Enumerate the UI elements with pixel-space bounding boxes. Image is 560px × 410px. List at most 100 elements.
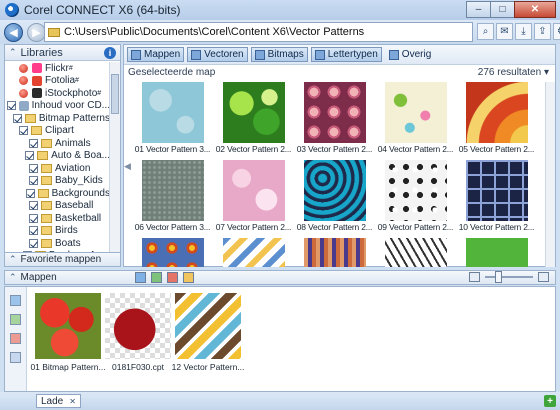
- tray-item[interactable]: 0181F030.cpt: [103, 293, 173, 372]
- result-thumbnail[interactable]: [141, 82, 204, 143]
- library-item[interactable]: Backgrounds: [5, 187, 110, 200]
- result-thumbnail[interactable]: [222, 82, 285, 143]
- result-item[interactable]: [213, 238, 294, 267]
- result-thumbnail[interactable]: [303, 238, 366, 267]
- tab-fonts[interactable]: Lettertypen: [310, 47, 382, 62]
- mail-icon[interactable]: ✉: [496, 23, 513, 40]
- result-thumbnail[interactable]: [384, 238, 447, 267]
- library-checkbox[interactable]: [12, 113, 22, 123]
- result-thumbnail[interactable]: [303, 160, 366, 221]
- favorites-header[interactable]: ⌃ Favoriete mappen: [4, 252, 121, 267]
- result-item[interactable]: 03 Vector Pattern 2...: [294, 82, 375, 154]
- tab-vectors[interactable]: Vectoren: [187, 47, 248, 62]
- tab-folders[interactable]: Mappen: [127, 47, 185, 62]
- remove-source-icon[interactable]: [19, 63, 28, 73]
- library-checkbox[interactable]: [25, 188, 35, 198]
- tray-tab[interactable]: Lade ✕: [36, 394, 81, 408]
- library-item[interactable]: Birds: [5, 225, 110, 238]
- library-item[interactable]: Animals: [5, 137, 110, 150]
- result-item[interactable]: 10 Vector Pattern 2...: [456, 160, 537, 232]
- minimize-button[interactable]: –: [466, 1, 491, 18]
- library-checkbox[interactable]: [29, 226, 38, 236]
- library-item[interactable]: Baseball: [5, 200, 110, 213]
- library-checkbox[interactable]: [25, 151, 35, 161]
- libraries-header[interactable]: ⌃ Libraries: [5, 45, 120, 61]
- result-thumbnail[interactable]: [465, 82, 528, 143]
- library-item[interactable]: Auto & Boa...: [5, 150, 110, 163]
- tray-send-icon[interactable]: [10, 295, 21, 306]
- search-icon[interactable]: ⌕: [477, 23, 494, 40]
- library-checkbox[interactable]: [29, 201, 38, 211]
- library-item[interactable]: Inhoud voor CD...: [5, 100, 110, 113]
- result-item[interactable]: 04 Vector Pattern 2...: [375, 82, 456, 154]
- result-item[interactable]: [456, 238, 537, 267]
- remove-source-icon[interactable]: [19, 76, 28, 86]
- results-scrollbar[interactable]: [545, 82, 555, 267]
- result-item[interactable]: 08 Vector Pattern 2...: [294, 160, 375, 232]
- tray-remove-icon[interactable]: [10, 333, 21, 344]
- result-thumbnail[interactable]: [384, 160, 447, 221]
- tray-copy-icon[interactable]: [10, 352, 21, 363]
- library-checkbox[interactable]: [29, 238, 38, 248]
- library-scrollbar[interactable]: [109, 62, 120, 267]
- library-item[interactable]: Boats: [5, 237, 110, 250]
- upload-icon[interactable]: ⇪: [534, 23, 551, 40]
- back-button[interactable]: ◀: [4, 22, 23, 42]
- scroll-thumb[interactable]: [111, 74, 119, 114]
- tray-thumbnail[interactable]: [35, 293, 101, 359]
- zoom-slider[interactable]: [485, 271, 533, 283]
- library-item[interactable]: Bitmap Patterns: [5, 112, 110, 125]
- library-checkbox[interactable]: [6, 101, 16, 111]
- send-to-icon[interactable]: [135, 272, 146, 283]
- tray-thumbnail[interactable]: [175, 293, 241, 359]
- result-thumbnail[interactable]: [303, 82, 366, 143]
- tray-item[interactable]: 12 Vector Pattern...: [172, 293, 244, 372]
- result-item[interactable]: [375, 238, 456, 267]
- maximize-button[interactable]: □: [490, 1, 515, 18]
- library-item[interactable]: Flickr #: [5, 62, 110, 75]
- tray-options-icon[interactable]: [183, 272, 194, 283]
- library-checkbox[interactable]: [19, 126, 28, 136]
- library-item[interactable]: iStockphoto #: [5, 87, 110, 100]
- large-view-icon[interactable]: [538, 272, 549, 282]
- tab-other[interactable]: Overig: [385, 47, 435, 62]
- result-item[interactable]: 06 Vector Pattern 3...: [132, 160, 213, 232]
- library-item[interactable]: Fotolia #: [5, 75, 110, 88]
- result-item[interactable]: 02 Vector Pattern 2...: [213, 82, 294, 154]
- library-checkbox[interactable]: [29, 138, 38, 148]
- collapse-left-icon[interactable]: ◀: [124, 161, 131, 172]
- remove-source-icon[interactable]: [19, 88, 28, 98]
- result-thumbnail[interactable]: [222, 238, 285, 267]
- result-item[interactable]: 07 Vector Pattern 2...: [213, 160, 294, 232]
- settings-icon[interactable]: ⚙: [553, 23, 560, 40]
- add-tray-button[interactable]: +: [544, 395, 556, 407]
- result-item[interactable]: [294, 238, 375, 267]
- results-count[interactable]: 276 resultaten ▾: [478, 67, 549, 78]
- import-icon[interactable]: [151, 272, 162, 283]
- tray-import-icon[interactable]: [10, 314, 21, 325]
- close-tab-icon[interactable]: ✕: [69, 397, 76, 406]
- result-thumbnail[interactable]: [465, 238, 528, 267]
- result-thumbnail[interactable]: [141, 238, 204, 267]
- tray-item[interactable]: 01 Bitmap Pattern...: [30, 293, 106, 372]
- library-item[interactable]: Aviation: [5, 162, 110, 175]
- result-item[interactable]: 05 Vector Pattern 2...: [456, 82, 537, 154]
- library-item[interactable]: Basketball: [5, 212, 110, 225]
- grid-view-icon[interactable]: [469, 272, 480, 282]
- close-button[interactable]: ✕: [514, 1, 556, 18]
- tray-header[interactable]: ⌃ Mappen: [4, 270, 556, 285]
- result-thumbnail[interactable]: [141, 160, 204, 221]
- library-checkbox[interactable]: [29, 163, 38, 173]
- library-checkbox[interactable]: [29, 176, 38, 186]
- result-item[interactable]: 01 Vector Pattern 3...: [132, 82, 213, 154]
- remove-icon[interactable]: [167, 272, 178, 283]
- result-thumbnail[interactable]: [384, 82, 447, 143]
- result-item[interactable]: 09 Vector Pattern 2...: [375, 160, 456, 232]
- zoom-slider-handle[interactable]: [495, 271, 502, 283]
- info-icon[interactable]: i: [104, 47, 116, 59]
- tray-thumbnail[interactable]: [105, 293, 171, 359]
- library-checkbox[interactable]: [29, 213, 38, 223]
- library-item[interactable]: Clipart: [5, 125, 110, 138]
- result-thumbnail[interactable]: [465, 160, 528, 221]
- tab-bitmaps[interactable]: Bitmaps: [250, 47, 308, 62]
